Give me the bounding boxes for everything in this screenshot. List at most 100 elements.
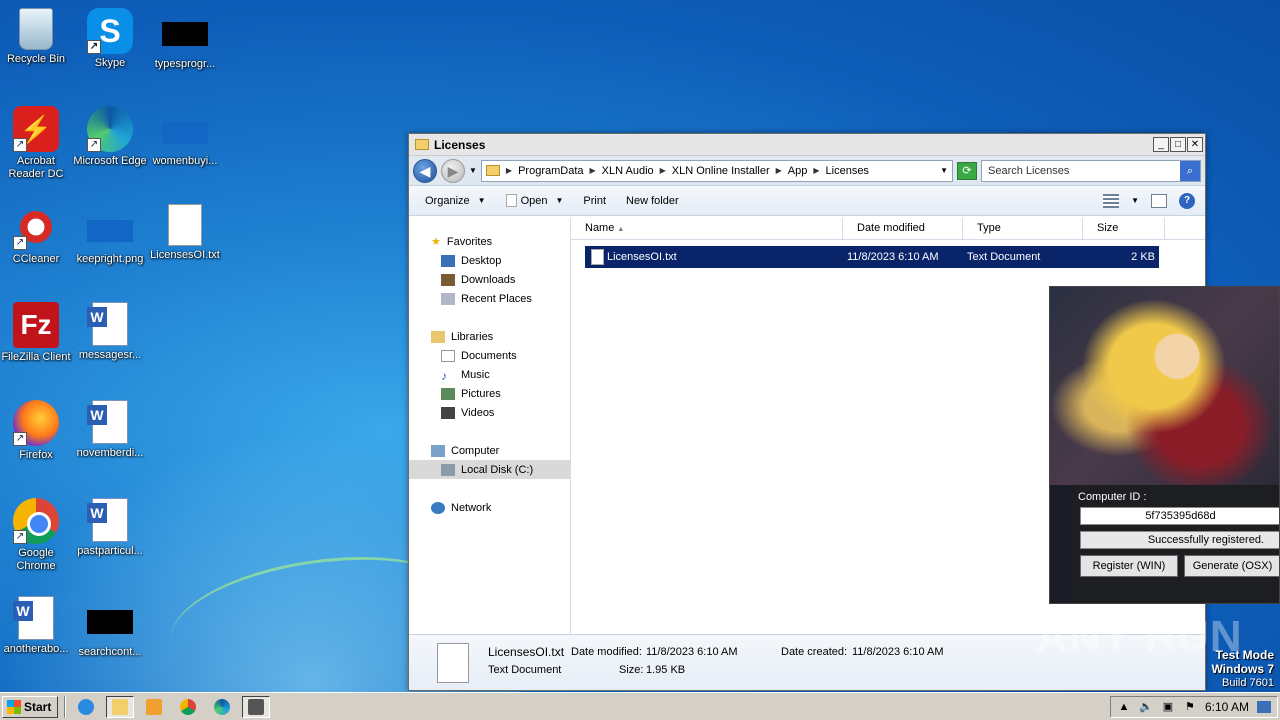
nav-network[interactable]: Network	[409, 498, 570, 517]
firefox-icon: ↗	[13, 400, 59, 446]
column-headers: Name ▲ Date modified Type Size	[571, 218, 1205, 240]
chevron-right-icon[interactable]: ▶	[813, 166, 819, 175]
desktop-icon-novemberdi[interactable]: novemberdi...	[72, 400, 148, 460]
address-dropdown-icon[interactable]: ▼	[940, 166, 948, 175]
desktop-icon-womenbuyi[interactable]: womenbuyi...	[147, 106, 223, 168]
computer-id-field[interactable]: 5f735395d68d	[1080, 507, 1279, 525]
nav-computer[interactable]: Computer	[409, 441, 570, 460]
preview-pane-icon[interactable]	[1151, 193, 1167, 208]
chevron-right-icon: ▶	[505, 166, 513, 175]
file-row[interactable]: LicensesOI.txt 11/8/2023 6:10 AM Text Do…	[585, 246, 1159, 268]
nav-recent-places[interactable]: Recent Places	[409, 289, 570, 308]
desktop-icon-anotherabo[interactable]: anotherabo...	[0, 596, 74, 656]
generate-osx-button[interactable]: Generate (OSX)	[1184, 555, 1279, 577]
column-label: Name	[585, 222, 615, 234]
start-button[interactable]: Start	[2, 695, 59, 718]
chevron-right-icon[interactable]: ▶	[590, 166, 596, 175]
forward-button[interactable]: ▶	[441, 158, 465, 183]
taskbar-edge[interactable]	[208, 696, 236, 718]
system-tray: ▲ 🔈 ▣ ⚑ 6:10 AM	[1109, 695, 1278, 718]
desktop-icon	[441, 254, 455, 267]
taskbar: Start ▲ 🔈 ▣ ⚑ 6:10 AM	[0, 692, 1280, 720]
flag-icon[interactable]: ⚑	[1183, 701, 1197, 713]
show-desktop-icon[interactable]	[1257, 700, 1271, 713]
desktop-icon-typesprogr[interactable]: typesprogr...	[147, 8, 223, 71]
nav-favorites[interactable]: ★ Favorites	[409, 232, 570, 251]
view-options-icon[interactable]	[1103, 193, 1120, 208]
organize-button[interactable]: Organize ▼	[415, 195, 496, 207]
breadcrumb-programdata[interactable]: ProgramData	[518, 165, 583, 177]
media-player-icon	[146, 698, 163, 715]
desktop-icon-filezilla[interactable]: Fz FileZilla Client	[0, 302, 74, 364]
column-name[interactable]: Name ▲	[571, 218, 843, 239]
desktop-icon-licensesoi[interactable]: LicensesOI.txt	[147, 204, 223, 262]
nav-downloads[interactable]: Downloads	[409, 270, 570, 289]
chevron-right-icon[interactable]: ▶	[776, 166, 782, 175]
print-button[interactable]: Print	[573, 195, 616, 207]
search-input[interactable]: Search Licenses	[988, 165, 1180, 177]
close-button[interactable]: ✕	[1187, 137, 1203, 152]
nav-libraries[interactable]: Libraries	[409, 327, 570, 346]
breadcrumb-licenses[interactable]: Licenses	[826, 165, 869, 177]
open-button[interactable]: Open ▼	[496, 194, 574, 207]
chevron-down-icon[interactable]: ▼	[1131, 196, 1139, 205]
documents-icon	[441, 349, 455, 362]
help-icon[interactable]: ?	[1179, 192, 1195, 209]
document-icon	[505, 194, 517, 207]
address-bar[interactable]: ▶ ProgramData ▶ XLN Audio ▶ XLN Online I…	[480, 159, 953, 182]
chevron-up-icon[interactable]: ▲	[1117, 701, 1131, 713]
nav-desktop[interactable]: Desktop	[409, 251, 570, 270]
filezilla-icon: Fz	[13, 302, 59, 348]
nav-local-disk[interactable]: Local Disk (C:)	[409, 460, 570, 479]
breadcrumb-xln-online-installer[interactable]: XLN Online Installer	[672, 165, 770, 177]
refresh-button[interactable]: ⟳	[957, 161, 977, 180]
keygen-window[interactable]: Computer ID : 5f735395d68d Successfully …	[1049, 286, 1280, 604]
search-box[interactable]: Search Licenses ⌕	[981, 159, 1201, 182]
desktop-icon-label: Acrobat Reader DC	[8, 155, 64, 180]
desktop-icon-label: Microsoft Edge	[73, 155, 147, 167]
maximize-button[interactable]: □	[1170, 137, 1186, 152]
network-tray-icon[interactable]: ▣	[1161, 701, 1175, 713]
folder-icon	[415, 139, 429, 150]
chevron-down-icon[interactable]: ▼	[555, 196, 563, 205]
desktop-icon-messagesr[interactable]: messagesr...	[72, 302, 148, 362]
taskbar-ie[interactable]	[72, 696, 100, 718]
nav-documents[interactable]: Documents	[409, 346, 570, 365]
desktop-icon-keepright[interactable]: keepright.png	[72, 204, 148, 266]
desktop-icon-skype[interactable]: S ↗ Skype	[72, 8, 148, 70]
column-size[interactable]: Size	[1083, 218, 1165, 239]
desktop-icon-chrome[interactable]: ↗ Google Chrome	[0, 498, 74, 573]
clock[interactable]: 6:10 AM	[1205, 700, 1249, 714]
nav-label: Documents	[461, 349, 517, 362]
desktop-icon-searchcont[interactable]: searchcont...	[72, 596, 148, 659]
search-icon[interactable]: ⌕	[1180, 160, 1200, 181]
desktop-icon-recycle-bin[interactable]: Recycle Bin	[0, 8, 74, 66]
desktop-icon-acrobat[interactable]: ⚡ ↗ Acrobat Reader DC	[0, 106, 74, 181]
minimize-button[interactable]: _	[1153, 137, 1169, 152]
chevron-right-icon[interactable]: ▶	[660, 166, 666, 175]
taskbar-keygen[interactable]	[242, 695, 271, 718]
desktop-icon-edge[interactable]: ↗ Microsoft Edge	[72, 106, 148, 168]
new-folder-button[interactable]: New folder	[616, 195, 689, 207]
recent-places-icon	[441, 292, 455, 305]
taskbar-explorer[interactable]	[106, 695, 135, 718]
back-button[interactable]: ◀	[413, 158, 437, 183]
nav-videos[interactable]: Videos	[409, 403, 570, 422]
desktop-icon-pastparticul[interactable]: pastparticul...	[72, 498, 148, 558]
column-type[interactable]: Type	[963, 218, 1083, 239]
register-win-button[interactable]: Register (WIN)	[1080, 555, 1178, 577]
keygen-app-icon	[248, 698, 265, 715]
volume-icon[interactable]: 🔈	[1139, 701, 1153, 713]
desktop-icon-firefox[interactable]: ↗ Firefox	[0, 400, 74, 462]
taskbar-media-player[interactable]	[140, 696, 168, 718]
window-titlebar[interactable]: Licenses _ □ ✕	[409, 134, 1205, 156]
column-date-modified[interactable]: Date modified	[843, 218, 963, 239]
nav-label: Network	[451, 501, 492, 514]
taskbar-chrome[interactable]	[174, 696, 202, 718]
nav-music[interactable]: ♪ Music	[409, 365, 570, 384]
desktop-icon-ccleaner[interactable]: ↗ CCleaner	[0, 204, 74, 266]
nav-pictures[interactable]: Pictures	[409, 384, 570, 403]
recent-pages-dropdown[interactable]: ▼	[469, 166, 477, 175]
breadcrumb-xln-audio[interactable]: XLN Audio	[602, 165, 654, 177]
breadcrumb-app[interactable]: App	[788, 165, 808, 177]
